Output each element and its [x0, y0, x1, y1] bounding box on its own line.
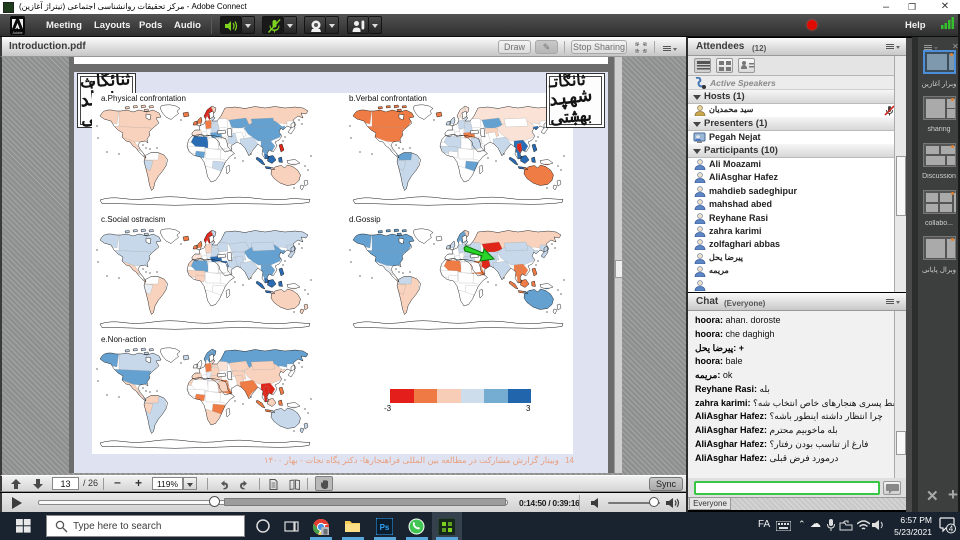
svg-text:4: 4	[949, 525, 954, 534]
svg-text:Ps: Ps	[380, 523, 390, 532]
svg-text:Adobe: Adobe	[12, 31, 22, 35]
